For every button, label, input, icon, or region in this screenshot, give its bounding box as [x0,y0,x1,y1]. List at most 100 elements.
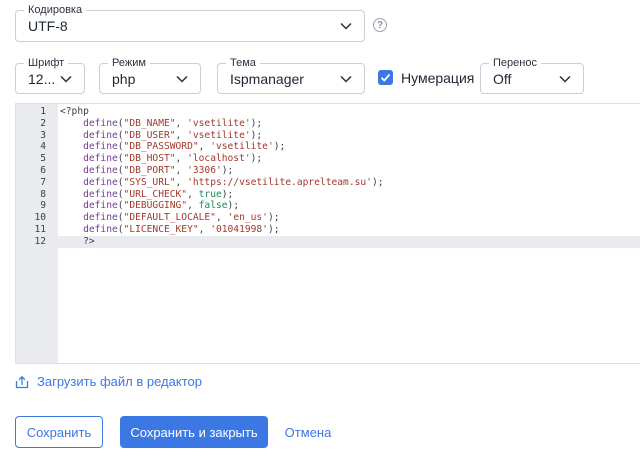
code-token: "DB_PORT" [123,164,176,176]
line-number: 5 [40,153,46,165]
upload-icon [15,375,29,388]
code-token: define [83,188,118,200]
code-token: 'vsetilite' [210,141,274,153]
code-token: ); [267,212,280,224]
code-token: ); [273,141,286,153]
chevron-down-icon [559,75,571,83]
code-token: define [83,212,118,224]
code-line[interactable]: 4 define("DB_PASSWORD", 'vsetilite'); [16,141,640,153]
code-line[interactable]: 5 define("DB_HOST", 'localhost'); [16,153,640,165]
code-lines: 1 <?php 2 define("DB_NAME", 'vsetilite'); 3… [16,106,640,248]
code-token: '3306' [187,164,222,176]
code-line[interactable]: 1 <?php [16,106,640,118]
code-line[interactable]: 6 define("DB_PORT", '3306'); [16,165,640,177]
code-token: ); [221,164,234,176]
code-token: "DEBUGGING" [123,200,188,212]
code-token: 'vsetilite' [187,129,251,141]
checkmark-icon [380,73,391,82]
code-token: , [175,164,188,176]
line-number: 1 [40,106,46,117]
line-number: 4 [40,141,46,153]
code-token: ); [227,200,240,212]
wrap-select[interactable]: Перенос Off [480,56,584,94]
upload-file-label: Загрузить файл в редактор [37,374,202,389]
wrap-value: Off [493,70,512,87]
code-text: ?> [60,236,95,248]
code-editor[interactable]: 1 <?php 2 define("DB_NAME", 'vsetilite'); 3… [15,103,640,364]
mode-select[interactable]: Режим php [99,56,201,94]
numbering-checkbox[interactable] [378,70,393,85]
code-token: ?> [60,235,95,247]
code-text: define("SYS_URL", 'https://vsetilite.apr… [60,176,384,189]
line-number: 7 [40,176,46,188]
code-token: '01041998' [210,223,268,235]
code-token: define [83,153,118,165]
code-line[interactable]: 10 define("DEFAULT_LOCALE", 'en_us'); [16,212,640,224]
chevron-down-icon [60,75,72,83]
code-line[interactable]: 8 define("URL_CHECK", true); [16,189,640,201]
line-number: 9 [40,200,46,212]
code-token: define [83,164,118,176]
line-number: 12 [34,235,46,247]
code-token: define [83,141,118,153]
chevron-down-icon [340,22,352,30]
theme-value: Ispmanager [230,70,304,87]
code-token: , [187,188,199,200]
code-token: "DB_PASSWORD" [123,141,199,153]
code-token: ); [250,117,263,129]
code-token: "DEFAULT_LOCALE" [123,212,216,224]
line-number: 8 [40,188,46,200]
code-token: 'en_us' [227,212,268,224]
code-token: ); [371,176,384,188]
mode-value: php [112,70,136,87]
code-token: 'localhost' [187,153,251,165]
code-token: ); [267,223,280,235]
code-token: "DB_HOST" [123,153,176,165]
code-token: , [175,153,188,165]
code-line[interactable]: 12 ?> [16,235,640,248]
save-button[interactable]: Сохранить [15,416,103,448]
code-token: <?php [60,106,89,117]
code-text: define("DB_PASSWORD", 'vsetilite'); [60,141,285,153]
code-line[interactable]: 9 define("DEBUGGING", false); [16,200,640,212]
code-token: "DB_USER" [123,129,176,141]
code-text: <?php [60,106,89,118]
cancel-button[interactable]: Отмена [278,416,338,448]
code-text: define("URL_CHECK", true); [60,189,233,201]
code-text: define("DB_PORT", '3306'); [60,165,233,177]
upload-file-link[interactable]: Загрузить файл в редактор [15,374,202,389]
encoding-select[interactable]: Кодировка UTF-8 [15,3,365,42]
code-token: ); [221,188,234,200]
chevron-down-icon [176,75,188,83]
code-token: , [215,212,228,224]
code-line[interactable]: 11 define("LICENCE_KEY", '01041998'); [16,224,640,236]
save-and-close-button[interactable]: Сохранить и закрыть [120,416,268,448]
code-token: "URL_CHECK" [123,188,188,200]
font-select[interactable]: Шрифт 12... [15,56,85,94]
numbering-label[interactable]: Нумерация [401,70,474,86]
code-token: define [83,117,118,129]
code-token: "SYS_URL" [123,176,176,188]
line-number: 6 [40,164,46,176]
code-text: define("DEFAULT_LOCALE", 'en_us'); [60,212,280,224]
code-line[interactable]: 2 define("DB_NAME", 'vsetilite'); [16,118,640,130]
code-line[interactable]: 3 define("DB_USER", 'vsetilite'); [16,130,640,142]
code-text: define("LICENCE_KEY", '01041998'); [60,223,280,236]
code-token: false [198,200,228,212]
line-number: 3 [40,129,46,141]
help-icon[interactable]: ? [373,18,387,32]
code-line[interactable]: 7 define("SYS_URL", 'https://vsetilite.a… [16,177,640,189]
code-text: define("DB_HOST", 'localhost'); [60,153,262,165]
theme-select[interactable]: Тема Ispmanager [217,56,365,94]
chevron-down-icon [340,75,352,83]
code-token: , [175,129,188,141]
code-token: ); [250,153,263,165]
line-number: 10 [34,212,46,224]
